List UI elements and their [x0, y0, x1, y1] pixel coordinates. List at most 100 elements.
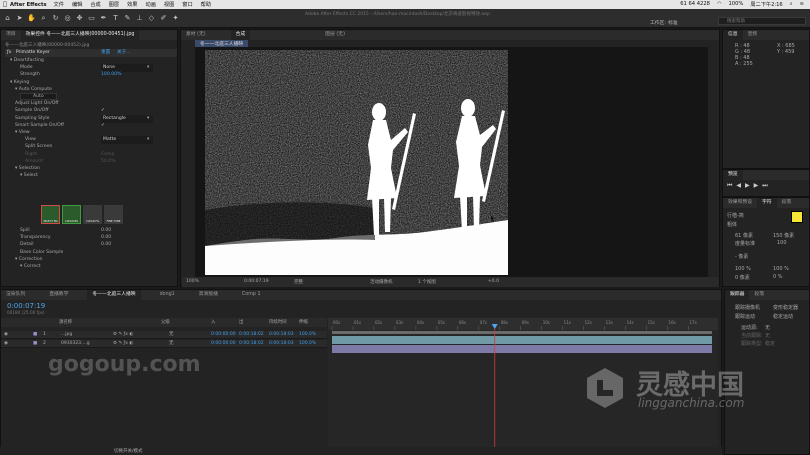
- menu-edit[interactable]: 编辑: [72, 1, 82, 8]
- col-stretch[interactable]: 伸缩: [299, 318, 308, 327]
- tsume[interactable]: 0 %: [773, 274, 783, 280]
- layer-stretch[interactable]: 100.0%: [299, 340, 316, 348]
- first-frame-icon[interactable]: ⏮: [727, 182, 736, 189]
- layer-name[interactable]: ...jpg: [61, 331, 72, 339]
- tab-paragraph-2[interactable]: 段落: [749, 290, 769, 300]
- work-area-bar[interactable]: [332, 331, 712, 334]
- warp-stabilizer-button[interactable]: 变形稳定器: [773, 304, 798, 311]
- font-dropdown[interactable]: 行楷-简: [727, 212, 744, 219]
- last-frame-icon[interactable]: ⏭: [762, 182, 771, 189]
- eye-icon[interactable]: ◉: [4, 331, 8, 339]
- comp-canvas[interactable]: [205, 50, 508, 275]
- pen-tool-icon[interactable]: ✒: [99, 14, 108, 23]
- layer-out[interactable]: 0:00:18:02: [239, 340, 264, 348]
- timeline-tab[interactable]: 渲染队列: [1, 290, 30, 300]
- current-track-dropdown[interactable]: 无: [765, 332, 770, 339]
- tab-info[interactable]: 信息: [723, 30, 743, 40]
- help-search-input[interactable]: 搜索帮助: [718, 17, 806, 25]
- layer-parent[interactable]: 无: [169, 331, 174, 339]
- tab-project[interactable]: 项目: [1, 30, 21, 40]
- rectangle-tool-icon[interactable]: ▭: [87, 14, 96, 23]
- tracking[interactable]: 100: [777, 240, 787, 246]
- wifi-icon[interactable]: ◠: [717, 1, 722, 8]
- puppet-tool-icon[interactable]: ✦: [171, 14, 180, 23]
- layer-switches[interactable]: ⚙ ✎ ƒx ◐: [113, 331, 133, 339]
- reset-button[interactable]: 重置: [101, 49, 110, 57]
- timeline-tab[interactable]: Comp 1: [237, 290, 266, 300]
- param-dropdown[interactable]: Rectangle: [101, 114, 153, 123]
- chevron-down-icon[interactable]: ▾: [147, 136, 149, 144]
- layer-stretch[interactable]: 100.0%: [299, 331, 316, 339]
- search-icon[interactable]: ⌕: [790, 1, 793, 8]
- camera-dropdown[interactable]: 活动摄像机: [370, 279, 393, 285]
- layer-name[interactable]: 0930323....g: [61, 340, 90, 348]
- exposure-value[interactable]: +0.0: [488, 279, 499, 284]
- track-type-dropdown[interactable]: 稳定: [765, 340, 775, 347]
- layer-parent[interactable]: 无: [169, 340, 174, 348]
- stabilize-motion-button[interactable]: 稳定运动: [773, 313, 793, 320]
- zoom-tool-icon[interactable]: ⌕: [39, 14, 48, 23]
- eraser-tool-icon[interactable]: ◇: [147, 14, 156, 23]
- magnification-dropdown[interactable]: 100%: [186, 279, 199, 284]
- select-button[interactable]: FINE TUNE: [104, 205, 123, 224]
- horizontal-scale[interactable]: 100 %: [773, 266, 789, 272]
- home-icon[interactable]: ⌂: [3, 14, 12, 23]
- vertical-scale[interactable]: 100 %: [735, 266, 751, 272]
- tab-character[interactable]: 字符: [757, 198, 777, 208]
- views-dropdown[interactable]: 1 个视图: [418, 279, 436, 285]
- param-value[interactable]: 100.00%: [101, 71, 121, 79]
- type-tool-icon[interactable]: T: [111, 14, 120, 23]
- toggle-modes-button[interactable]: 切换开关/模式: [114, 448, 143, 454]
- select-button[interactable]: CLEAN BG: [62, 205, 81, 224]
- fill-color-swatch[interactable]: [791, 211, 803, 223]
- clone-tool-icon[interactable]: ⊥: [135, 14, 144, 23]
- rotate-tool-icon[interactable]: ↻: [51, 14, 60, 23]
- select-button[interactable]: CLEAN FG: [83, 205, 102, 224]
- layer-bar[interactable]: [332, 345, 712, 353]
- prev-frame-icon[interactable]: ◀: [736, 182, 745, 189]
- timeline-tab[interactable]: dong1: [155, 290, 180, 300]
- roto-tool-icon[interactable]: ✐: [159, 14, 168, 23]
- next-frame-icon[interactable]: ▶: [754, 182, 763, 189]
- fx-toggle-icon[interactable]: ƒx: [7, 50, 11, 55]
- param-dropdown[interactable]: Matte: [101, 136, 153, 145]
- layer-bar[interactable]: [332, 336, 712, 344]
- menu-view[interactable]: 视图: [164, 1, 174, 8]
- tab-tracker[interactable]: 跟踪器: [725, 290, 750, 300]
- menu-window[interactable]: 窗口: [182, 1, 192, 8]
- viewer-timecode[interactable]: 0:00:07:19: [244, 279, 269, 284]
- font-style-dropdown[interactable]: 粗体: [727, 221, 737, 228]
- list-icon[interactable]: ≡: [800, 1, 804, 8]
- tab-layer[interactable]: 图层 (无): [320, 30, 350, 40]
- layer-row[interactable]: ◉ ■ 2 0930323....g ⚙ ✎ ƒx ◐ 无 0:00:00:00 0:00:1…: [1, 340, 327, 348]
- menu-file[interactable]: 文件: [54, 1, 64, 8]
- param-value[interactable]: 50.0%: [101, 158, 116, 166]
- track-motion-button[interactable]: 跟踪运动: [735, 313, 755, 320]
- chevron-down-icon[interactable]: ▾: [147, 64, 149, 72]
- layer-switches[interactable]: ⚙ ✎ ƒx ◐: [113, 340, 133, 348]
- tab-effects-presets[interactable]: 效果和预设: [723, 198, 757, 208]
- kerning[interactable]: 度量标准: [735, 240, 755, 247]
- tab-audio[interactable]: 音频: [743, 30, 763, 40]
- menu-help[interactable]: 帮助: [201, 1, 211, 8]
- param-value[interactable]: 0.00: [101, 241, 111, 249]
- clock[interactable]: 周二下午2:16: [750, 1, 782, 8]
- tab-effect-controls[interactable]: 效果控件 冬——北庭三人播映(00000-00451).jpg: [20, 30, 140, 40]
- pan-behind-tool-icon[interactable]: ✥: [75, 14, 84, 23]
- auto-button[interactable]: Auto: [20, 93, 57, 100]
- stroke-width[interactable]: - 像素: [735, 253, 748, 260]
- font-size[interactable]: 61 像素: [735, 232, 753, 239]
- track-camera-button[interactable]: 跟踪摄像机: [735, 304, 760, 311]
- param-checkbox[interactable]: ✓: [101, 122, 105, 130]
- workspace-dropdown[interactable]: 标准: [668, 19, 678, 26]
- menu-layer[interactable]: 图层: [109, 1, 119, 8]
- play-icon[interactable]: ▶: [745, 182, 754, 189]
- col-out[interactable]: 出: [239, 318, 243, 327]
- selection-tool-icon[interactable]: ➤: [15, 14, 24, 23]
- layer-out[interactable]: 0:00:18:02: [239, 331, 264, 339]
- timeline-tab[interactable]: 高清版播: [194, 290, 223, 300]
- layer-duration[interactable]: 0:00:18:03: [269, 340, 294, 348]
- chevron-down-icon[interactable]: ▾: [147, 115, 149, 123]
- timeline-timecode[interactable]: 0:00:07:19: [7, 302, 45, 310]
- camera-tool-icon[interactable]: ◎: [63, 14, 72, 23]
